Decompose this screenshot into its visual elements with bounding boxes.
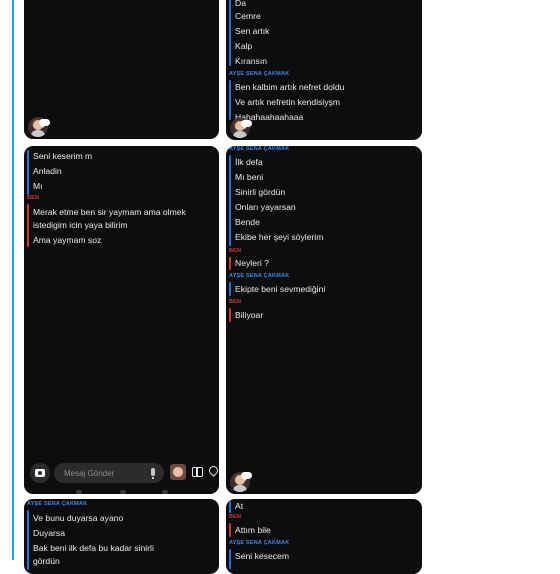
message: Ben kalbim artık nefret doldu: [235, 82, 345, 92]
message: Ve artık nefretin kendisiyşm: [235, 97, 341, 107]
message: Ekipte beni sevmediğini: [235, 284, 326, 294]
message: Mı: [33, 181, 43, 191]
message: Kalp: [235, 41, 253, 51]
message: Sen artık: [235, 26, 270, 36]
message: Kıransın: [235, 56, 268, 66]
location-pin-icon[interactable]: [207, 464, 219, 477]
sender-bar: [27, 150, 29, 195]
message: Bende: [235, 217, 260, 227]
chat-screenshot-5: AYŞE SENA ÇAKMAK Ve bunu duyarsa ayano D…: [24, 499, 219, 574]
bitmoji-sticker-icon[interactable]: [170, 464, 186, 480]
sender-bar: [229, 80, 231, 120]
message: Bak beni ilk defa bu kadar sinirli: [33, 543, 154, 553]
camera-icon[interactable]: [30, 463, 50, 483]
message: Mı beni: [235, 172, 264, 182]
message: Seni kesecem: [235, 551, 289, 561]
chat-screenshot-6: At BEN Attım bile AYŞE SENA ÇAKMAK Seni …: [226, 499, 422, 574]
sender-label: AYŞE SENA ÇAKMAK: [27, 501, 88, 507]
message: Duyarsa: [33, 528, 65, 538]
sender-bar: [229, 549, 231, 569]
sender-bar: [229, 0, 231, 66]
chat-screenshot-2: Da Cemre Sen artık Kalp Kıransın AYŞE SE…: [226, 0, 422, 140]
message: İlk defa: [235, 157, 263, 167]
sender-label: BEN: [27, 195, 40, 201]
sender-label: BEN: [229, 514, 242, 520]
sender-bar: [229, 257, 231, 270]
nav-dot: [162, 490, 168, 494]
sender-label: AYŞE SENA ÇAKMAK: [229, 146, 290, 152]
message-composer: [30, 462, 219, 484]
chat-screenshot-1: [24, 0, 219, 139]
message: At: [235, 501, 244, 511]
sender-label: AYŞE SENA ÇAKMAK: [229, 540, 290, 546]
sender-label: AYŞE SENA ÇAKMAK: [229, 273, 290, 279]
microphone-icon[interactable]: [151, 468, 155, 479]
message: Ama yaymam soz: [33, 235, 102, 245]
sender-bar: [27, 510, 29, 570]
chat-bubble-icon: [241, 472, 252, 481]
message: Anladin: [33, 166, 62, 176]
nav-dot: [120, 490, 126, 494]
sender-bar: [229, 523, 231, 537]
message: Sinirli gördün: [235, 187, 286, 197]
sender-bar: [229, 501, 231, 513]
chat-bubble-icon: [39, 119, 50, 128]
sender-label: AYŞE SENA ÇAKMAK: [229, 71, 290, 77]
chat-bubble-icon: [241, 120, 252, 129]
message-input-wrapper[interactable]: [54, 463, 164, 483]
message: Merak etme ben sir yaymam ama olmek: [33, 207, 186, 217]
sender-bar: [229, 308, 231, 322]
sender-bar: [229, 155, 231, 246]
message: Biliyoar: [235, 310, 264, 320]
message-input[interactable]: [64, 463, 134, 483]
chat-screenshot-4: AYŞE SENA ÇAKMAK İlk defa Mı beni Sinirl…: [226, 146, 422, 494]
sender-label: BEN: [229, 299, 242, 305]
sender-label: BEN: [229, 248, 242, 254]
message: Attım bile: [235, 525, 271, 535]
message: gördün: [33, 556, 60, 566]
message: istedigim icin yaya bilirim: [33, 220, 128, 230]
message: Cemre: [235, 11, 261, 21]
cards-icon[interactable]: [192, 467, 203, 477]
chat-screenshot-3: Seni keserim m Anladin Mı BEN Merak etme…: [24, 146, 219, 494]
sender-bar: [27, 204, 29, 247]
message: Seni keserim m: [33, 151, 93, 161]
left-accent-line: [12, 0, 14, 560]
message: Ekibe her şeyi söylerim: [235, 232, 324, 242]
sender-bar: [229, 282, 231, 296]
message: Onları yayarsan: [235, 202, 296, 212]
message: Neyleri ?: [235, 258, 269, 268]
message: Da: [235, 0, 246, 8]
nav-dot: [76, 490, 82, 494]
message: Ve bunu duyarsa ayano: [33, 513, 124, 523]
